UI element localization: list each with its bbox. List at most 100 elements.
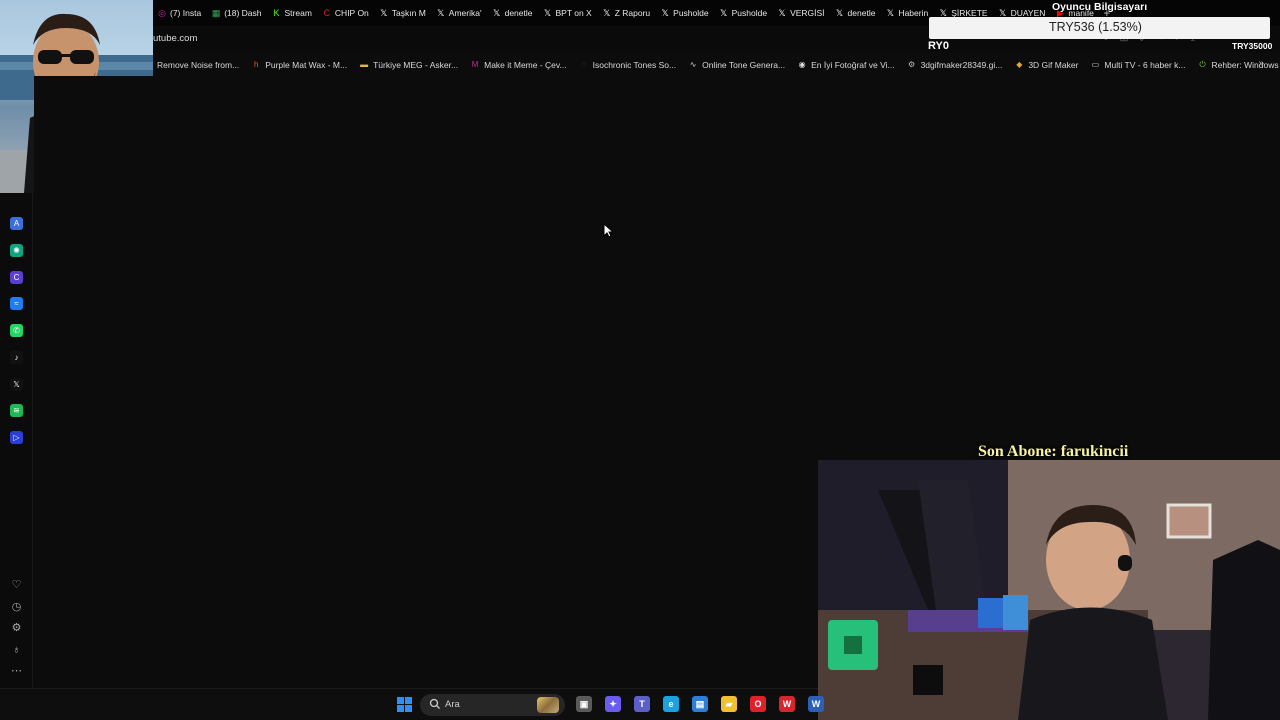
tiktok-icon[interactable]: ♪ <box>10 350 23 364</box>
browser-tab-label: Z Raporu <box>614 8 651 18</box>
spotify-icon[interactable]: ≋ <box>10 404 23 418</box>
chatgpt-icon[interactable]: ✺ <box>10 243 23 257</box>
browser-tab[interactable]: K Stream <box>268 2 318 24</box>
bookmark-item[interactable]: ∿ Online Tone Genera... <box>684 60 785 70</box>
bookmark-label: Purple Mat Wax - M... <box>265 60 348 70</box>
copilot-icon[interactable]: ✦ <box>605 696 621 712</box>
chip-icon: C <box>323 8 331 18</box>
x-icon: 𝕏 <box>661 8 669 18</box>
browser-tab[interactable]: 𝕏 VERGİSİ <box>773 2 830 24</box>
wave-icon: ∿ <box>689 60 697 69</box>
bookmark-item[interactable]: ◆ 3D Gif Maker <box>1010 60 1078 70</box>
lightbulb-icon[interactable]: ♁ <box>9 643 24 658</box>
taskbar-search[interactable]: Ara <box>420 694 565 716</box>
x-icon: 𝕏 <box>603 8 611 18</box>
browser-tab-label: Pusholde <box>673 8 709 18</box>
x-icon: 𝕏 <box>492 8 501 18</box>
x-icon: 𝕏 <box>380 8 388 18</box>
x-icon: 𝕏 <box>543 8 552 18</box>
bookmark-label: Isochronic Tones So... <box>592 60 677 70</box>
whatsapp-icon[interactable]: ✆ <box>10 324 23 337</box>
camera-icon: ◉ <box>798 60 806 69</box>
bookmark-item[interactable]: ⏻ Rehber: Windows 1... <box>1194 60 1280 70</box>
x-icon[interactable]: 𝕏 <box>10 377 23 391</box>
browser-tab-label: BPT on X <box>555 8 592 18</box>
windows-taskbar: Ara ▣ ✦ Te ▤ ▰ O W W <box>0 688 824 720</box>
tv-icon: ▭ <box>1091 60 1100 69</box>
browser-tab[interactable]: 𝕏denetle <box>488 2 539 24</box>
history-icon[interactable]: ◷ <box>9 600 24 615</box>
edge-icon[interactable]: e <box>663 696 679 712</box>
power-icon: ⏻ <box>1199 60 1206 69</box>
bookmark-item[interactable]: ◌ Isochronic Tones So... <box>575 60 676 70</box>
bookmark-item[interactable]: ▬ Türkiye MEG - Asker... <box>355 60 458 70</box>
bookmark-item[interactable]: ▭ Multi TV - 6 haber k... <box>1086 60 1186 70</box>
browser-tab-label: (18) Dash <box>224 8 262 18</box>
file-explorer-icon[interactable]: ▰ <box>721 696 737 712</box>
bookmark-label: Rehber: Windows 1... <box>1211 60 1280 70</box>
word-icon[interactable]: W <box>808 696 824 712</box>
dashboard-icon: ▦ <box>211 8 221 18</box>
browser-tab[interactable]: ◎ (7) Insta <box>153 2 207 24</box>
browser-sidebar: A ✺ C ≈ ✆ ♪ 𝕏 ≋ ▷ ♡ ◷ ⚙ ♁ ⋯ <box>0 193 33 687</box>
browser-tab-label: Stream <box>284 8 312 18</box>
browser-tab-label: Taşkın M <box>391 8 426 18</box>
donation-goal-title: Oyuncu Bilgisayarı <box>1052 1 1148 13</box>
aria-icon[interactable]: A <box>10 217 23 230</box>
last-subscriber-label: Son Abone: farukincii <box>978 443 1129 460</box>
task-view-icon[interactable]: ▣ <box>576 696 592 712</box>
browser-tab-label: denetle <box>847 8 876 18</box>
browser-tab[interactable]: C CHIP On <box>318 2 375 24</box>
bookmark-item[interactable]: h Purple Mat Wax - M... <box>247 60 347 70</box>
bookmark-item[interactable]: ◉ En İyi Fotoğraf ve Vi... <box>793 60 895 70</box>
bookmark-label: En İyi Fotoğraf ve Vi... <box>811 60 895 70</box>
x-icon: 𝕏 <box>437 8 445 18</box>
browser-tab-label: VERGİSİ <box>790 8 825 18</box>
browser-tab[interactable]: 𝕏 Pusholde <box>715 2 773 24</box>
instagram-icon: ◎ <box>158 8 166 18</box>
windows-start-icon[interactable] <box>397 697 412 712</box>
browser-tab[interactable]: 𝕏 BPT on X <box>538 2 597 24</box>
hb-icon: h <box>253 60 259 69</box>
bookmarks-bar: Remove Noise from... h Purple Mat Wax - M.… <box>153 56 1280 74</box>
gear-icon: ⚙ <box>907 60 916 69</box>
wps-icon[interactable]: W <box>779 696 795 712</box>
bookmark-item[interactable]: Remove Noise from... <box>153 60 239 70</box>
browser-tab[interactable]: 𝕏Z Raporu <box>598 2 656 24</box>
teams-icon[interactable]: T <box>634 696 650 712</box>
bookmark-label: Türkiye MEG - Asker... <box>373 60 459 70</box>
settings-icon[interactable]: ⚙ <box>9 621 24 636</box>
browser-tab-label: Haberin <box>898 8 929 18</box>
bookmark-item[interactable]: ⚙ 3dgifmaker28349.gi... <box>903 60 1003 70</box>
url-text[interactable]: utube.com <box>153 33 197 44</box>
donation-goal-progress: TRY536 (1.53%) <box>1049 20 1142 34</box>
browser-tab[interactable]: 𝕏denetle <box>831 2 882 24</box>
bookmark-item[interactable]: M Make it Meme - Çev... <box>466 60 567 70</box>
bookmark-label: Online Tone Genera... <box>702 60 786 70</box>
streamer-webcam <box>818 460 1280 720</box>
more-icon[interactable]: ⋯ <box>9 664 24 679</box>
cube-icon: ◆ <box>1016 60 1023 69</box>
search-icon <box>429 698 440 709</box>
browser-tab[interactable]: 𝕏 Taşkın M <box>375 2 432 24</box>
browser-tab[interactable]: 𝕏 Pusholde <box>656 2 714 24</box>
browser-tab[interactable]: 𝕏 Haberin <box>881 2 934 24</box>
heart-icon[interactable]: ♡ <box>9 578 24 593</box>
player-icon[interactable]: ▷ <box>10 431 23 444</box>
donation-goal-target: TRY35000 <box>1232 41 1273 51</box>
browser-tab-label: CHIP On <box>334 8 369 18</box>
x-icon: 𝕏 <box>886 8 895 18</box>
cs-icon[interactable]: C <box>10 270 23 284</box>
search-highlight-icon <box>537 697 559 713</box>
browser-tab[interactable]: 𝕏 Amerika' <box>432 2 488 24</box>
opera-icon[interactable]: O <box>750 696 766 712</box>
bookmark-label: Remove Noise from... <box>157 60 240 70</box>
store-icon[interactable]: ▤ <box>692 696 708 712</box>
mim-icon: M <box>471 60 479 69</box>
x-icon: 𝕏 <box>778 8 786 18</box>
bookmarks-overflow-icon[interactable]: » <box>1258 58 1264 69</box>
bookmark-label: Multi TV - 6 haber k... <box>1104 60 1186 70</box>
messenger-icon[interactable]: ≈ <box>10 297 23 311</box>
browser-tab[interactable]: ▦ (18) Dash <box>207 2 267 24</box>
bookmark-label: 3dgifmaker28349.gi... <box>920 60 1003 70</box>
